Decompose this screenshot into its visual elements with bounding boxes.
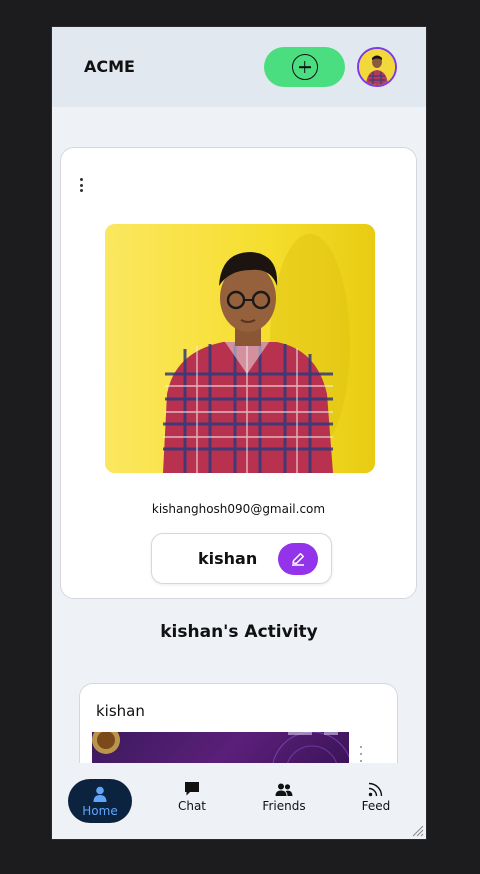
profile-name-box: kishan: [151, 533, 332, 584]
activity-heading: kishan's Activity: [160, 622, 318, 642]
nav-chat[interactable]: Chat: [160, 779, 224, 823]
bottom-nav: Home Chat Friends Feed: [52, 763, 426, 839]
edit-name-button[interactable]: [278, 543, 318, 575]
profile-name: kishan: [198, 549, 258, 568]
profile-card: kishanghosh090@gmail.com kishan: [60, 147, 417, 599]
nav-friends-label: Friends: [262, 799, 306, 813]
profile-photo: [105, 224, 375, 473]
nav-friends[interactable]: Friends: [252, 779, 316, 823]
top-bar: ACME: [52, 27, 426, 107]
post-menu-icon[interactable]: [359, 746, 363, 762]
nav-home[interactable]: Home: [68, 779, 132, 823]
avatar[interactable]: [357, 47, 397, 87]
nav-chat-label: Chat: [177, 799, 207, 813]
plus-circle-icon: [291, 54, 318, 80]
rss-icon: [368, 779, 384, 797]
profile-email: kishanghosh090@gmail.com: [151, 502, 326, 516]
app-frame: ACME kishanghosh090@gmail.com kishan kis…: [52, 27, 426, 839]
nav-home-label: Home: [82, 804, 118, 818]
resize-grip-icon[interactable]: [412, 825, 424, 837]
pencil-icon: [292, 552, 305, 566]
brand-logo[interactable]: ACME: [84, 57, 135, 76]
users-icon: [275, 779, 293, 797]
vertical-dots-icon[interactable]: [78, 178, 84, 192]
nav-feed-label: Feed: [361, 799, 391, 813]
add-button[interactable]: [264, 47, 345, 87]
post-author[interactable]: kishan: [96, 702, 145, 720]
nav-feed[interactable]: Feed: [344, 779, 408, 823]
user-avatar-photo: [359, 49, 395, 85]
user-icon: [92, 784, 108, 802]
chat-bubble-icon: [184, 779, 200, 797]
